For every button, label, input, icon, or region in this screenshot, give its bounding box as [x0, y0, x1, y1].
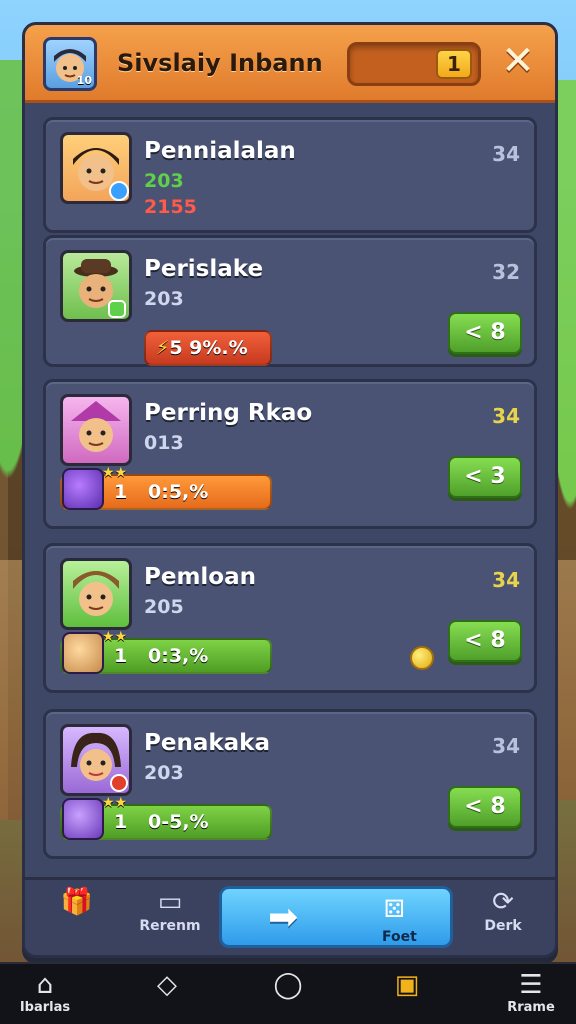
player-name: Perring Rkao — [144, 400, 313, 426]
player-stat-bar: ★★ 1 0-5,% — [60, 796, 272, 840]
home-icon: ⌂ — [36, 970, 54, 1000]
player-rank: 34 — [492, 404, 520, 428]
nav-label: Rrame — [507, 1000, 555, 1015]
nav-item-home[interactable]: ⌂ Ibarlas — [0, 970, 90, 1015]
header-progress-bar: 1 — [347, 42, 481, 86]
player-portrait — [60, 394, 132, 466]
action-bar: 🎁 ▭ Rerenm ➡ ⚄ Foet ⟳ Derk — [25, 877, 555, 955]
leaderboard-row[interactable]: Perislake 203 32 ⚡5 9%.% < 8 — [43, 235, 537, 367]
player-rank: 34 — [492, 142, 520, 166]
nav-item-menu[interactable]: ☰ Rrame — [486, 970, 576, 1015]
portrait-icon — [74, 259, 126, 318]
arrow-right-icon: ➡ — [268, 897, 299, 938]
dark-button[interactable]: ⟳ Derk — [471, 886, 535, 948]
player-rank: 32 — [492, 260, 520, 284]
leaderboard-row[interactable]: Pemloan 205 34 ★★ 1 0:3,% < 8 — [43, 543, 537, 693]
challenge-button[interactable]: < 8 — [448, 620, 522, 662]
player-portrait — [60, 724, 132, 796]
leaderboard-row[interactable]: Pennialalan 203 2155 34 — [43, 117, 537, 233]
player-portrait — [60, 558, 132, 630]
shield-icon: ◯ — [273, 970, 303, 1000]
portrait-icon — [71, 401, 121, 452]
panel-header: 10 Sivslaiy Inbann 1 ✕ — [25, 25, 555, 103]
close-button[interactable]: ✕ — [495, 39, 541, 85]
player-rank: 34 — [492, 568, 520, 592]
avatar-level: 10 — [76, 74, 92, 87]
challenge-button[interactable]: < 8 — [448, 312, 522, 354]
player-score: 203 — [144, 170, 184, 192]
player-stat-bar: ★★ 1 0:5,% — [60, 466, 272, 510]
leaderboard-row[interactable]: Penakaka 203 34 ★★ 1 0-5,% < 8 — [43, 709, 537, 859]
portrait-icon — [73, 148, 129, 201]
player-avatar[interactable]: 10 — [43, 37, 97, 91]
rename-label: Rerenm — [139, 918, 201, 934]
gift-icon: 🎁 — [60, 887, 94, 917]
gem-icon — [62, 468, 104, 510]
leaderboard-panel: 10 Sivslaiy Inbann 1 ✕ Pennialalan 203 2… — [22, 22, 558, 958]
coin-icon — [410, 646, 434, 670]
tag-icon: ◇ — [157, 970, 177, 1000]
player-score: 203 — [144, 288, 184, 310]
leaderboard-row[interactable]: Perring Rkao 013 34 ★★ 1 0:5,% < 3 — [43, 379, 537, 529]
nav-item-tag[interactable]: ◇ — [122, 970, 212, 1000]
close-icon: ✕ — [501, 38, 535, 84]
gift-button[interactable]: 🎁 — [47, 886, 107, 948]
dark-label: Derk — [484, 918, 522, 934]
player-portrait — [60, 250, 132, 322]
player-name: Pennialalan — [144, 138, 296, 164]
panel-title: Sivslaiy Inbann — [117, 49, 323, 77]
header-count-badge: 1 — [436, 49, 472, 79]
portrait-icon — [71, 732, 128, 792]
nav-item-chart[interactable]: ▣ — [362, 970, 452, 1000]
challenge-button[interactable]: < 3 — [448, 456, 522, 498]
briefcase-icon: ▭ — [157, 887, 183, 917]
player-stat-bar: ⚡5 9%.% — [144, 330, 272, 366]
player-name: Perislake — [144, 256, 264, 282]
player-points: 2155 — [144, 196, 197, 218]
rename-button[interactable]: ▭ Rerenm — [133, 886, 207, 948]
player-name: Penakaka — [144, 730, 270, 756]
character-icon — [62, 632, 104, 674]
hammer-icon — [62, 798, 104, 840]
player-name: Pemloan — [144, 564, 257, 590]
stat-bar-value: 0-5,% — [148, 811, 209, 833]
stat-bar-level: 1 — [114, 645, 128, 667]
menu-icon: ☰ — [519, 970, 543, 1000]
stat-bar-value: 0:3,% — [148, 645, 209, 667]
primary-action-button[interactable]: ➡ ⚄ Foet — [219, 886, 453, 948]
player-score: 205 — [144, 596, 184, 618]
nav-item-shield[interactable]: ◯ — [243, 970, 333, 1000]
primary-label: Foet — [382, 929, 417, 945]
bolt-icon: ⚡ — [156, 337, 170, 359]
stat-bar-level: 1 — [114, 811, 128, 833]
bottom-nav: ⌂ Ibarlas ◇ ◯ ▣ ☰ Rrame — [0, 962, 576, 1024]
player-rank: 34 — [492, 734, 520, 758]
chart-icon: ▣ — [394, 970, 420, 1000]
player-portrait — [60, 132, 132, 204]
player-stat-bar: ★★ 1 0:3,% — [60, 630, 272, 674]
player-score: 203 — [144, 762, 184, 784]
stat-bar-level: 1 — [114, 481, 128, 503]
refresh-icon: ⟳ — [492, 887, 514, 917]
portrait-icon — [73, 571, 119, 616]
player-score: 013 — [144, 432, 184, 454]
stat-bar-value: 0:5,% — [148, 481, 209, 503]
nav-label: Ibarlas — [19, 1000, 71, 1015]
challenge-button[interactable]: < 8 — [448, 786, 522, 828]
dice-icon: ⚄ — [384, 895, 405, 923]
stat-bar-value: 5 9%.% — [169, 337, 248, 359]
